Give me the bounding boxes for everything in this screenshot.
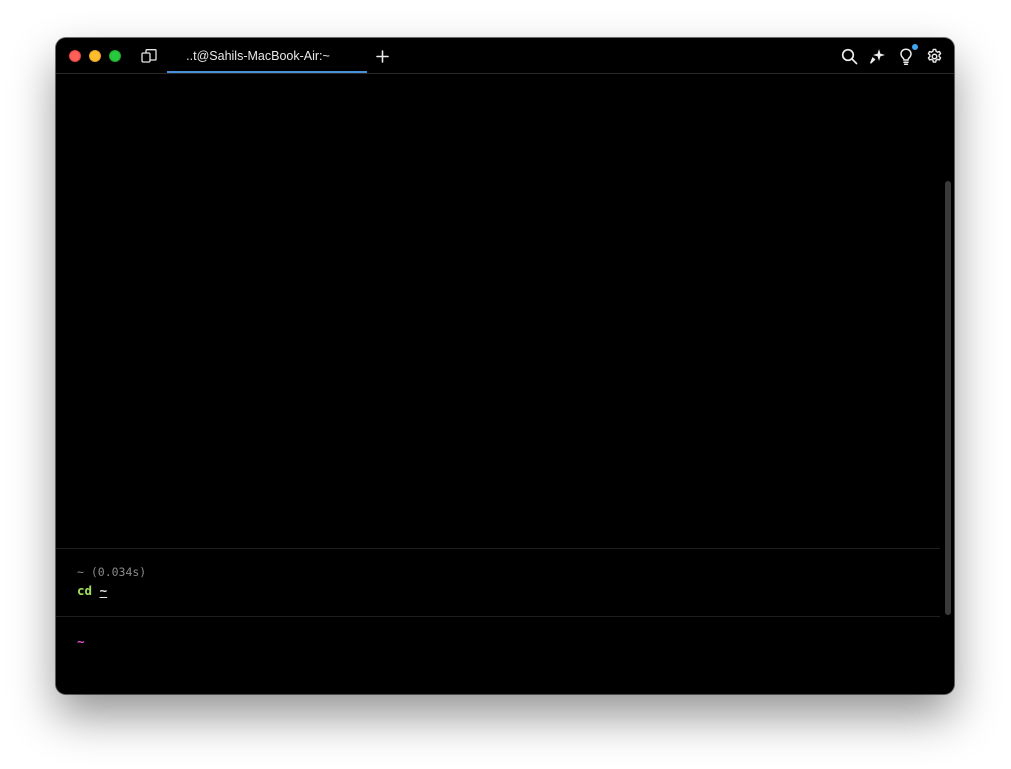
lightbulb-icon[interactable] bbox=[897, 47, 915, 66]
input-prompt[interactable]: ~ bbox=[77, 634, 85, 649]
notification-dot bbox=[912, 44, 918, 50]
terminal-window: ..t@Sahils-MacBook-Air:~ ~ (0.034s) cd ~… bbox=[56, 38, 954, 694]
maximize-window-button[interactable] bbox=[109, 50, 121, 62]
command-block[interactable]: ~ (0.034s) cd ~ bbox=[56, 548, 940, 617]
tab-active[interactable]: ..t@Sahils-MacBook-Air:~ bbox=[167, 38, 367, 73]
minimize-window-button[interactable] bbox=[89, 50, 101, 62]
tab-title: ..t@Sahils-MacBook-Air:~ bbox=[186, 48, 330, 63]
close-window-button[interactable] bbox=[69, 50, 81, 62]
command-argument[interactable]: ~ bbox=[100, 583, 108, 598]
tab-active-indicator bbox=[167, 71, 367, 73]
dual-panel-icon[interactable] bbox=[140, 48, 158, 64]
ai-sparkle-icon[interactable] bbox=[868, 47, 886, 65]
block-command: cd ~ bbox=[77, 583, 107, 598]
plus-icon[interactable] bbox=[374, 48, 390, 64]
gear-icon[interactable] bbox=[925, 47, 943, 65]
command-name: cd bbox=[77, 583, 93, 598]
search-icon[interactable] bbox=[840, 47, 858, 65]
title-bar: ..t@Sahils-MacBook-Air:~ bbox=[56, 38, 954, 74]
block-header: ~ (0.034s) bbox=[77, 565, 147, 579]
terminal-content[interactable]: ~ (0.034s) cd ~ ~ bbox=[56, 74, 954, 694]
scrollbar-thumb[interactable] bbox=[945, 181, 951, 615]
